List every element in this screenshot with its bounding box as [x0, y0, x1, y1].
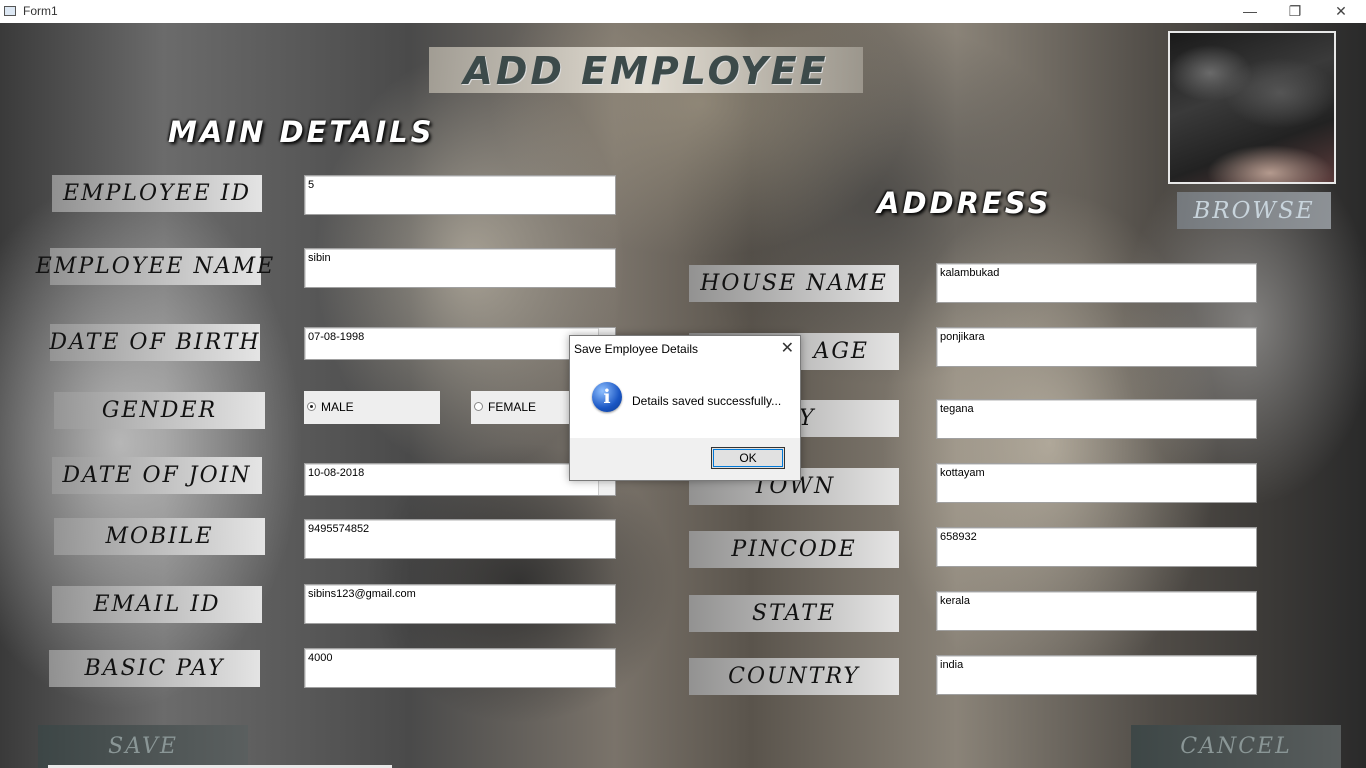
country-value: india: [940, 659, 964, 671]
employee-id-label-text: EMPLOYEE ID: [63, 181, 251, 206]
save-button[interactable]: SAVE: [38, 725, 248, 768]
save-confirmation-dialog: Save Employee Details ✕ i Details saved …: [569, 335, 801, 481]
employee-name-value: sibin: [308, 252, 331, 264]
state-label-text: STATE: [752, 601, 836, 626]
employee-photo: [1168, 31, 1336, 184]
country-label: COUNTRY: [689, 658, 899, 695]
state-label: STATE: [689, 595, 899, 632]
dialog-message: Details saved successfully...: [632, 394, 782, 408]
town-input[interactable]: kottayam: [936, 463, 1257, 503]
app-icon: [4, 6, 16, 16]
mobile-input[interactable]: 9495574852: [304, 519, 616, 559]
cancel-label: CANCEL: [1180, 734, 1292, 759]
window-title: Form1: [23, 4, 58, 18]
employee-id-value: 5: [308, 179, 315, 191]
gender-female-radio[interactable]: FEMALE: [471, 391, 571, 424]
radio-selected-icon: [307, 402, 316, 411]
ok-button[interactable]: OK: [711, 447, 785, 469]
country-input[interactable]: india: [936, 655, 1257, 695]
pincode-label: PINCODE: [689, 531, 899, 568]
country-label-text: COUNTRY: [728, 664, 860, 689]
dob-label: DATE OF BIRTH: [49, 324, 261, 361]
dialog-close-button[interactable]: ✕: [781, 338, 794, 358]
dialog-footer: OK: [570, 438, 800, 480]
email-label: EMAIL ID: [52, 586, 262, 623]
mobile-label-text: MOBILE: [105, 524, 214, 549]
village-value: ponjikara: [940, 331, 985, 343]
gender-male-label: MALE: [321, 400, 354, 414]
employee-name-label-text: EMPLOYEE NAME: [35, 254, 276, 279]
gender-female-label: FEMALE: [488, 400, 537, 414]
basic-pay-input[interactable]: 4000: [304, 648, 616, 688]
house-name-label: HOUSE NAME: [689, 265, 899, 302]
dialog-title: Save Employee Details: [574, 342, 699, 356]
state-input[interactable]: kerala: [936, 591, 1257, 631]
town-value: kottayam: [940, 467, 985, 479]
pincode-label-text: PINCODE: [731, 537, 857, 562]
email-input[interactable]: sibins123@gmail.com: [304, 584, 616, 624]
village-label-text: AGE: [813, 339, 869, 364]
radio-unselected-icon: [474, 402, 483, 411]
basic-pay-value: 4000: [308, 652, 333, 664]
basic-pay-label-text: BASIC PAY: [84, 656, 225, 681]
email-label-text: EMAIL ID: [93, 592, 221, 617]
employee-id-input[interactable]: 5: [304, 175, 616, 215]
dob-value: 07-08-1998: [308, 331, 365, 343]
restore-button[interactable]: ❐: [1272, 0, 1318, 22]
gender-label-text: GENDER: [101, 398, 218, 423]
browse-button[interactable]: BROWSE: [1177, 192, 1331, 229]
email-value: sibins123@gmail.com: [308, 588, 416, 600]
mobile-label: MOBILE: [54, 518, 265, 555]
city-input[interactable]: tegana: [936, 399, 1257, 439]
browse-label: BROWSE: [1193, 197, 1315, 224]
house-name-label-text: HOUSE NAME: [700, 271, 888, 296]
city-value: tegana: [940, 403, 974, 415]
minimize-button[interactable]: —: [1227, 0, 1273, 22]
basic-pay-label: BASIC PAY: [49, 650, 260, 687]
window-titlebar: Form1 — ❐ ✕: [0, 0, 1366, 23]
doj-label-text: DATE OF JOIN: [62, 463, 252, 488]
info-icon: i: [592, 382, 622, 412]
house-name-input[interactable]: kalambukad: [936, 263, 1257, 303]
main-details-heading: MAIN DETAILS: [168, 115, 435, 149]
pincode-input[interactable]: 658932: [936, 527, 1257, 567]
house-name-value: kalambukad: [940, 267, 1000, 279]
page-title-banner: ADD EMPLOYEE: [429, 47, 863, 93]
pincode-value: 658932: [940, 531, 977, 543]
city-label-text: Y: [799, 406, 816, 431]
address-heading: ADDRESS: [877, 186, 1052, 220]
employee-id-label: EMPLOYEE ID: [52, 175, 262, 212]
mobile-value: 9495574852: [308, 523, 370, 535]
state-value: kerala: [940, 595, 970, 607]
doj-value: 10-08-2018: [308, 467, 365, 479]
cancel-button[interactable]: CANCEL: [1131, 725, 1341, 768]
save-label: SAVE: [108, 734, 178, 759]
gender-label: GENDER: [54, 392, 265, 429]
page-title: ADD EMPLOYEE: [463, 49, 829, 93]
employee-name-label: EMPLOYEE NAME: [36, 248, 273, 285]
employee-name-input[interactable]: sibin: [304, 248, 616, 288]
close-window-button[interactable]: ✕: [1318, 0, 1364, 22]
gender-male-radio[interactable]: MALE: [304, 391, 440, 424]
dob-label-text: DATE OF BIRTH: [49, 330, 261, 355]
doj-label: DATE OF JOIN: [52, 457, 262, 494]
village-input[interactable]: ponjikara: [936, 327, 1257, 367]
